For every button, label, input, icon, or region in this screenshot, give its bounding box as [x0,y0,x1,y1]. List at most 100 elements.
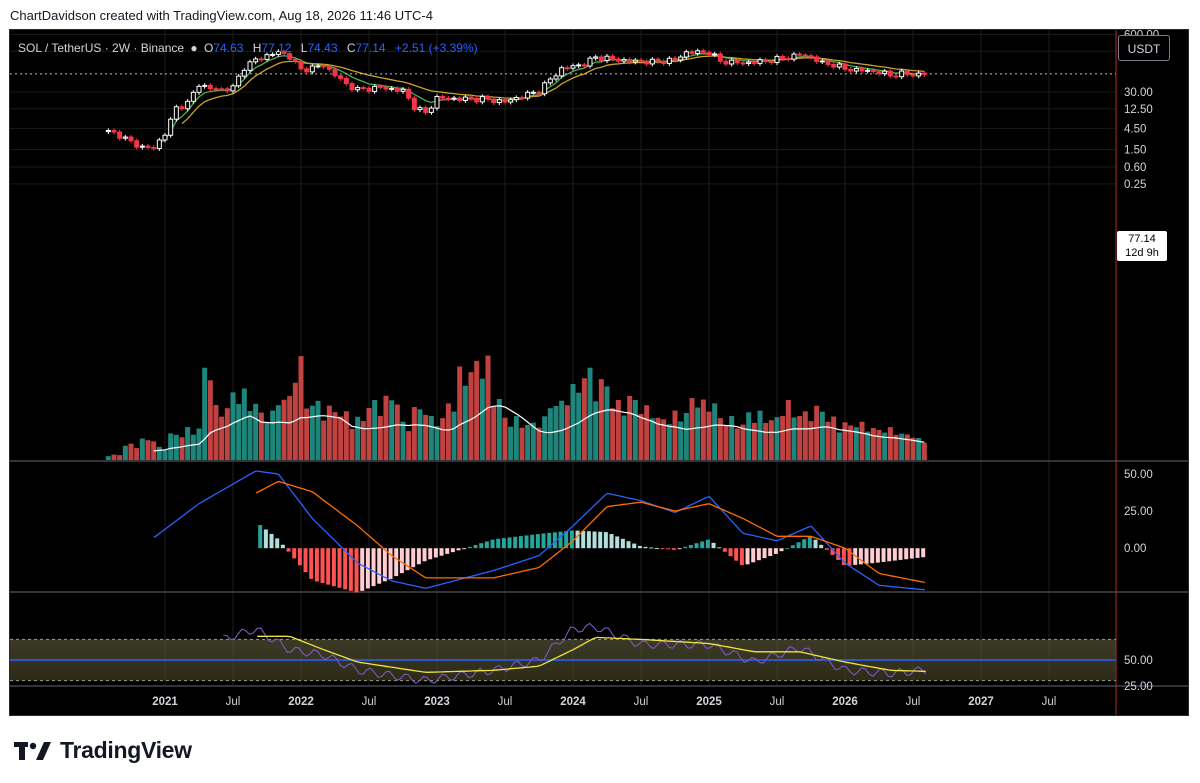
volume-bar [111,454,117,460]
candle-body [474,97,480,103]
macd-histogram-bar [603,532,608,549]
volume-bar [734,428,740,460]
macd-histogram-bar [326,548,331,585]
macd-histogram-bar [297,548,302,566]
volume-bar [683,413,689,460]
candle-body [173,106,179,120]
volume-bar [179,437,185,460]
volume-bar [491,406,497,460]
symbol-legend[interactable]: SOL / TetherUS · 2W · Binance ● O74.63 H… [18,41,484,55]
volume-bar [780,415,786,460]
candle-body [859,67,865,72]
volume-bar [502,417,508,460]
volume-bar [904,434,910,460]
candle-body [383,86,389,90]
volume-bar [281,399,287,460]
price-axis-label: 0.60 [1124,162,1146,174]
volume-bar [921,442,927,460]
volume-bar [496,398,502,460]
macd-histogram-bar [677,548,682,550]
macd-histogram-bar [790,545,795,549]
candle-body [355,87,361,91]
candle-body [848,68,854,72]
macd-histogram-bar [796,542,801,549]
legend-dot: ● [190,41,198,55]
candle-body [196,85,202,93]
volume-bar [632,400,638,460]
volume-bar [451,411,457,460]
macd-histogram-bar [887,548,892,562]
price-chart[interactable]: 4,000.001,600.00600.00250.0030.0012.504.… [10,30,1188,715]
macd-histogram-bar [377,548,382,584]
volume-bar [270,410,276,460]
macd-histogram-bar [286,548,291,552]
volume-bar [423,414,429,460]
volume-bar [570,383,576,460]
currency-button[interactable]: USDT [1118,35,1170,61]
pane-separators [10,30,1188,715]
macd-histogram-bar [705,539,710,549]
candle-body [808,55,814,58]
volume-bar [332,412,338,460]
candle-body [570,65,576,69]
candle-body [445,97,451,100]
macd-histogram-bar [609,534,614,549]
candle-body [457,97,463,102]
candle-body [644,60,650,65]
volume-bar [190,434,196,460]
high-value: 77.12 [261,41,292,55]
candle-body [451,97,457,100]
candle-body [797,53,803,56]
macd-histogram-bar [263,529,268,549]
candle-body [321,65,327,68]
volume-bar [479,378,485,460]
candle-body [151,146,157,149]
macd-histogram-bar [898,548,903,560]
rsi-axis-label: 25.00 [1124,681,1153,693]
volume-bar [202,367,208,460]
candle-body [689,51,695,54]
macd-histogram-bar [428,548,433,560]
candle-body [632,59,638,63]
candle-body [899,70,905,78]
macd-histogram-bar [535,534,540,549]
volume-bar [134,448,140,460]
macd-histogram-bar [320,548,325,584]
candle-body [519,97,525,100]
moving-averages [10,53,1116,144]
volume-bar [763,423,769,460]
macd-histogram-bar [462,548,467,550]
candle-body [462,96,468,102]
ema-slow-line [181,55,925,125]
volume-bar [349,428,355,460]
candle-body [819,60,825,63]
macd-histogram-bar [881,548,886,562]
candle-body [910,74,916,77]
volume-bar [717,418,723,460]
bar-countdown: 12d 9h [1125,247,1159,259]
candle-body [831,63,837,68]
macd-histogram-bar [807,536,812,549]
candlesticks [105,48,927,151]
volume-bar [598,379,604,460]
candle-body [774,55,780,64]
candle-body [598,56,604,62]
volume-bar [808,421,814,460]
candle-body [479,96,485,103]
candle-body [224,88,230,92]
tradingview-wordmark: TradingView [60,737,192,763]
volume-bar [836,432,842,460]
symbol-title: SOL / TetherUS · 2W · Binance [18,41,185,55]
open-label: O [204,41,214,55]
candle-body [360,87,366,90]
macd-line [153,470,925,591]
macd-histogram-bar [581,530,586,549]
tradingview-logo[interactable]: TradingView [14,737,192,764]
candle-body [179,106,185,110]
volume-bar [241,388,247,460]
macd-histogram-bar [598,531,603,549]
macd-histogram-bar [456,548,461,551]
candle-body [604,55,610,62]
macd-histogram-bar [858,548,863,565]
macd-histogram-bar [717,547,722,549]
